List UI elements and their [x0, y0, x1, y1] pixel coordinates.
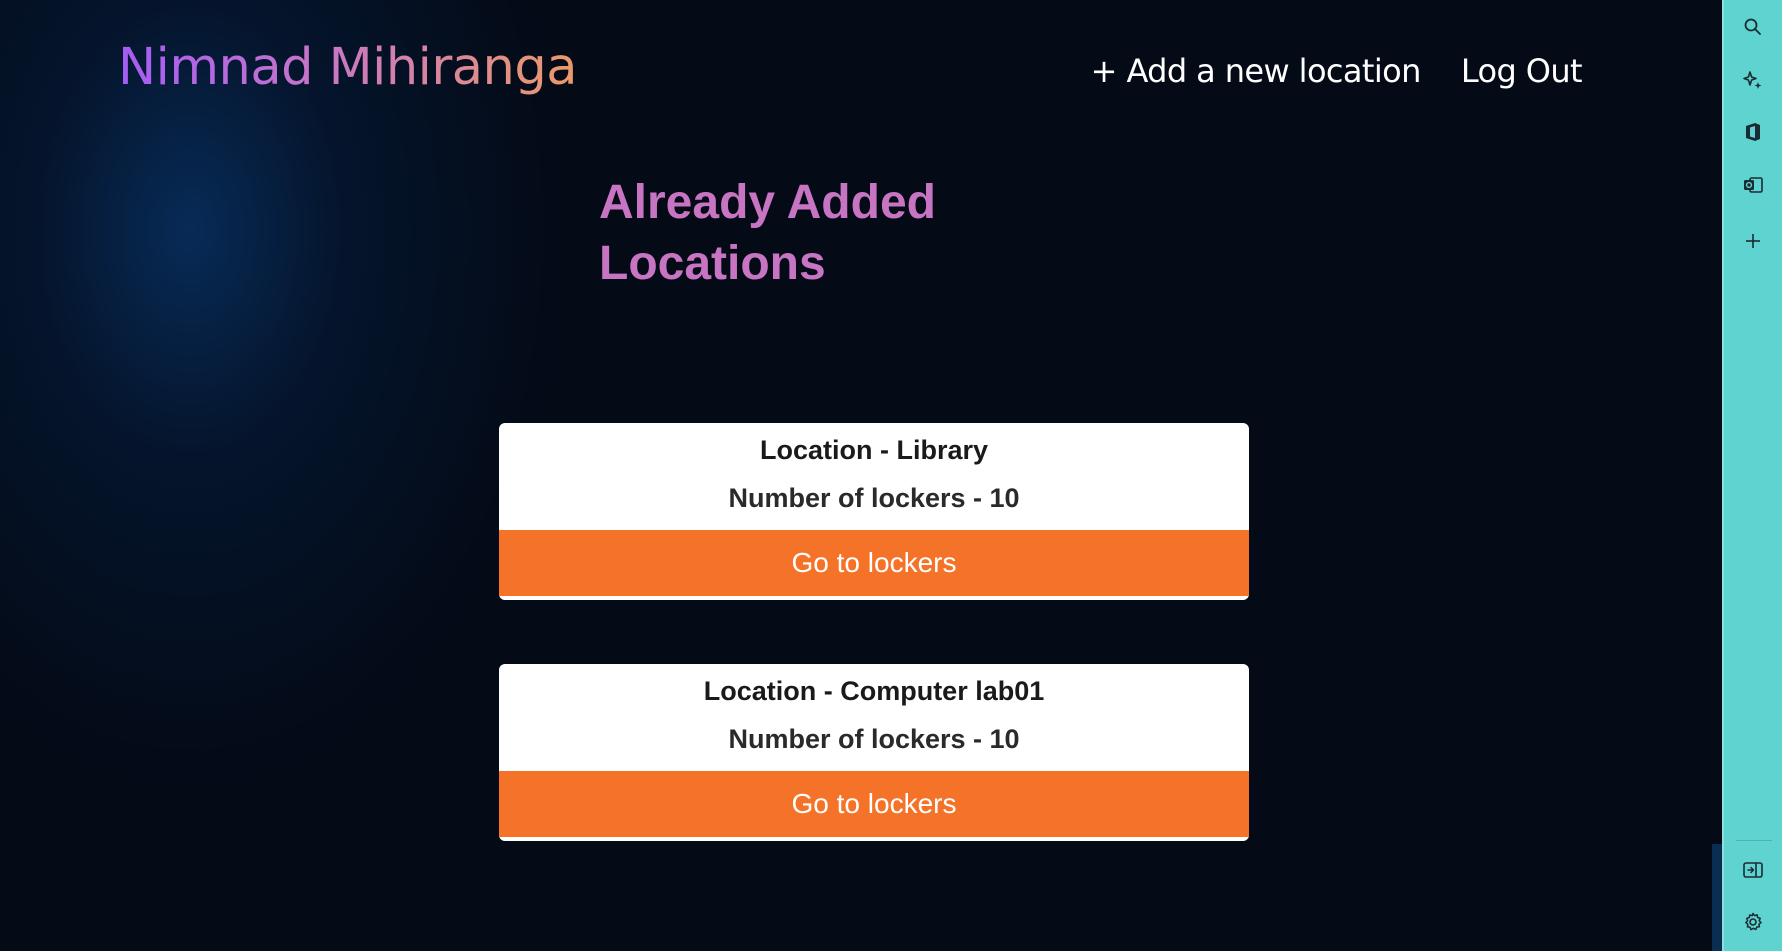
- sparkle-icon[interactable]: [1734, 61, 1772, 99]
- add-location-link[interactable]: + Add a new location: [1091, 52, 1422, 90]
- gear-icon[interactable]: [1734, 903, 1772, 941]
- go-to-lockers-button[interactable]: Go to lockers: [499, 771, 1249, 837]
- office-icon[interactable]: [1734, 113, 1772, 151]
- search-icon[interactable]: [1734, 8, 1772, 46]
- location-title: Location - Library: [759, 435, 989, 465]
- locker-count: Number of lockers - 10: [728, 724, 1020, 754]
- panel-icon[interactable]: [1734, 851, 1772, 889]
- plus-icon[interactable]: [1734, 222, 1772, 260]
- location-card: Location - Computer lab01 Number of lock…: [499, 664, 1249, 841]
- page-corner-accent: [1712, 844, 1722, 951]
- sidebar-divider: [1736, 840, 1772, 841]
- page-heading: Already Added Locations: [599, 176, 936, 290]
- top-nav: + Add a new location Log Out: [1091, 52, 1583, 90]
- logout-link[interactable]: Log Out: [1461, 52, 1583, 90]
- browser-sidebar: [1722, 0, 1782, 951]
- page: Nimnad Mihiranga + Add a new location Lo…: [0, 0, 1722, 951]
- outlook-icon[interactable]: [1734, 166, 1772, 204]
- brand-name: Nimnad Mihiranga: [118, 38, 578, 97]
- locker-count: Number of lockers - 10: [728, 483, 1020, 513]
- location-card: Location - Library Number of lockers - 1…: [499, 423, 1249, 600]
- location-title: Location - Computer lab01: [703, 676, 1045, 706]
- go-to-lockers-button[interactable]: Go to lockers: [499, 530, 1249, 596]
